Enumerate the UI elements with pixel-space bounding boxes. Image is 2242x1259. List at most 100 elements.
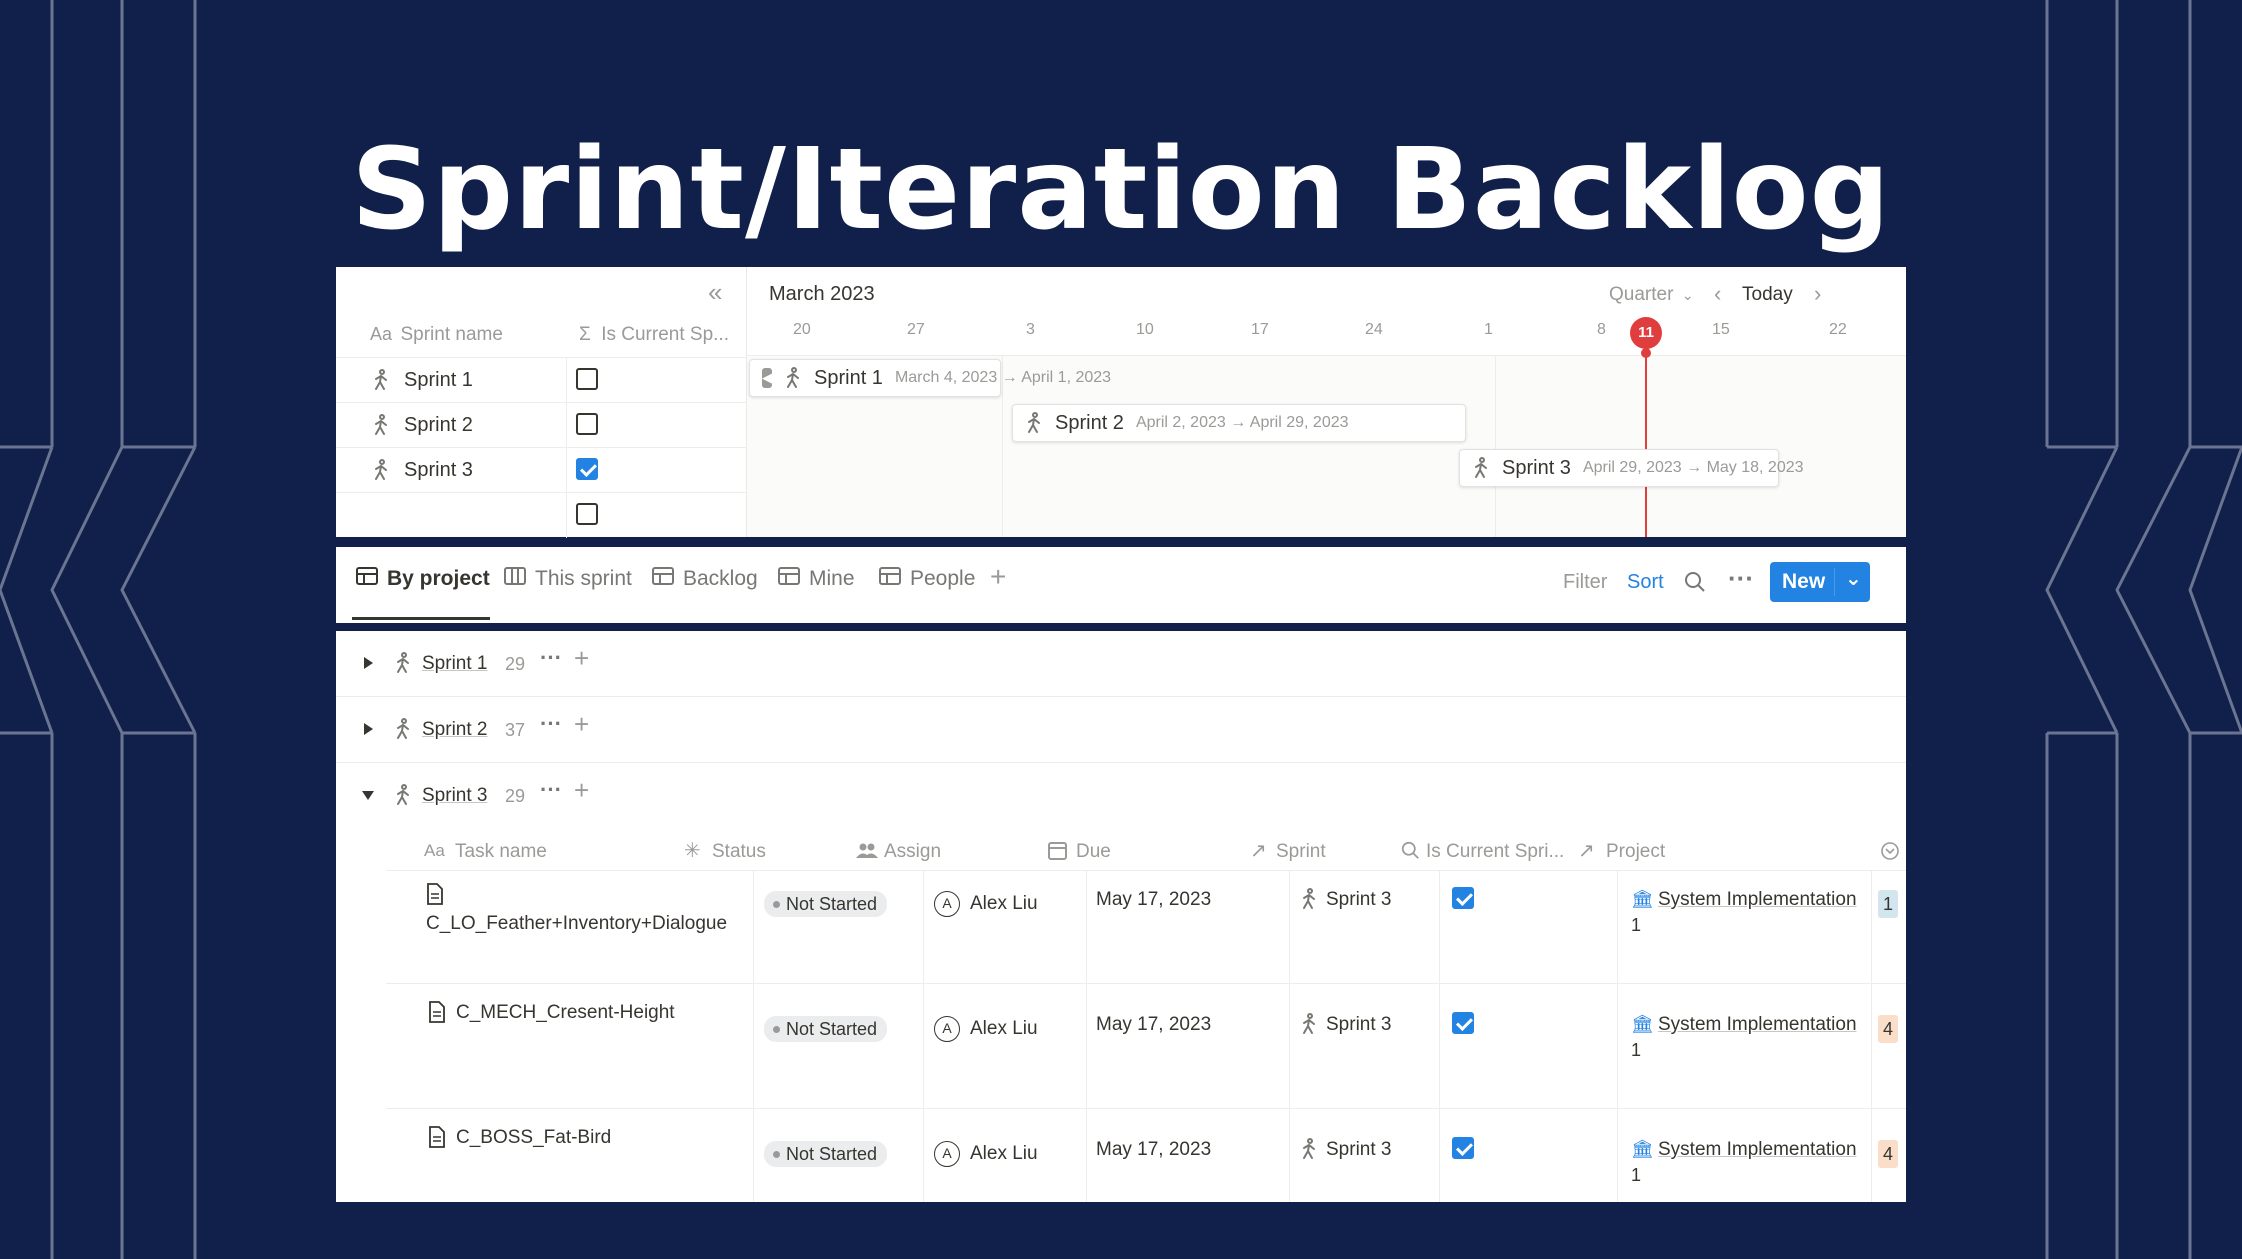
extra-tag: 4	[1878, 1015, 1898, 1043]
timeline-row-sprint-3[interactable]: Sprint 3	[336, 447, 747, 493]
search-icon[interactable]	[1684, 571, 1706, 598]
add-task-plus-icon[interactable]: +	[574, 775, 589, 806]
table-row[interactable]: C_BOSS_Fat-Bird Not Started A Alex Liu M…	[386, 1121, 1906, 1202]
chevron-right-icon[interactable]: ›	[1814, 281, 1821, 307]
bar-date-range: March 4, 2023 → April 1, 2023	[894, 369, 1112, 386]
avatar: A	[934, 1141, 960, 1167]
active-tab-underline	[352, 617, 490, 620]
date-tick: 27	[907, 321, 925, 338]
status-badge[interactable]: Not Started	[764, 891, 888, 917]
project-count: 1	[1631, 1165, 1642, 1185]
project-link[interactable]: System Implementation	[1658, 1014, 1857, 1036]
toggle-expanded-icon[interactable]	[362, 791, 374, 800]
is-current-checkbox-checked[interactable]	[1452, 1137, 1474, 1159]
add-task-plus-icon[interactable]: +	[574, 643, 589, 674]
timeline-row-empty[interactable]	[336, 492, 747, 538]
today-line	[1645, 349, 1647, 537]
table-icon	[879, 567, 901, 591]
view-tabs-bar: By project This sprint Backlog Mine Peop…	[336, 547, 1906, 623]
filter-button[interactable]: Filter	[1563, 571, 1607, 594]
sort-button[interactable]: Sort	[1627, 571, 1664, 594]
extra-tag: 1	[1878, 890, 1898, 918]
is-current-checkbox[interactable]	[576, 413, 598, 435]
double-chevron-left-icon[interactable]: «	[708, 277, 722, 308]
date-tick: 24	[1365, 321, 1383, 338]
more-options-icon[interactable]: ···	[540, 711, 562, 737]
formula-icon: Σ	[579, 324, 591, 345]
new-button-label: New	[1782, 570, 1826, 593]
tab-people[interactable]: People	[879, 567, 975, 591]
add-task-plus-icon[interactable]: +	[574, 709, 589, 740]
table-row[interactable]: C_MECH_Cresent-Height Not Started A Alex…	[386, 996, 1906, 1108]
chevron-circle-icon[interactable]	[1880, 841, 1900, 866]
tab-mine[interactable]: Mine	[778, 567, 855, 591]
building-icon: 🏛	[1631, 1014, 1654, 1034]
group-sprint-2[interactable]: Sprint 2 37 ··· +	[336, 697, 1906, 763]
status-badge[interactable]: Not Started	[764, 1141, 888, 1167]
tab-this-sprint[interactable]: This sprint	[504, 567, 632, 591]
is-current-checkbox[interactable]	[576, 503, 598, 525]
assignee-name: Alex Liu	[970, 1018, 1038, 1039]
back-arrow-icon[interactable]: ◀	[762, 368, 772, 388]
view-selector-label: Quarter	[1609, 284, 1674, 305]
timeline-row-sprint-2[interactable]: Sprint 2	[336, 402, 747, 448]
chevron-down-icon: ⌄	[1681, 287, 1694, 303]
avatar: A	[934, 891, 960, 917]
sprint-runner-icon	[1300, 1138, 1318, 1165]
tab-backlog[interactable]: Backlog	[652, 567, 758, 591]
header-assign[interactable]: Assign	[884, 841, 941, 863]
header-due[interactable]: Due	[1076, 841, 1111, 863]
due-date: May 17, 2023	[1096, 889, 1212, 910]
timeline-bar-sprint-1[interactable]: ◀ Sprint 1 March 4, 2023 → April 1, 2023	[749, 359, 1111, 397]
header-project[interactable]: Project	[1606, 841, 1665, 863]
group-sprint-1[interactable]: Sprint 1 29 ··· +	[336, 631, 1906, 697]
sprint-runner-icon	[394, 718, 412, 745]
tab-by-project[interactable]: By project	[356, 567, 490, 591]
today-button[interactable]: Today	[1742, 284, 1793, 306]
group-name: Sprint 3	[422, 785, 488, 806]
header-is-current[interactable]: Is Current Spri...	[1426, 841, 1564, 863]
bar-sprint-name: Sprint 3	[1502, 456, 1571, 479]
project-link[interactable]: System Implementation	[1658, 889, 1857, 911]
sprint-link[interactable]: Sprint 3	[1326, 889, 1391, 911]
timeline-row-sprint-1[interactable]: Sprint 1	[336, 357, 747, 403]
timeline-bar-sprint-3[interactable]: Sprint 3 April 29, 2023 → May 18, 2023	[1459, 449, 1804, 487]
sprint-link[interactable]: Sprint 3	[1326, 1139, 1391, 1161]
status-badge[interactable]: Not Started	[764, 1016, 888, 1042]
add-view-plus-icon[interactable]: +	[990, 561, 1006, 593]
sprint-name: Sprint 2	[404, 414, 473, 436]
project-link[interactable]: System Implementation	[1658, 1139, 1857, 1161]
is-current-checkbox-checked[interactable]	[1452, 1012, 1474, 1034]
toggle-collapsed-icon[interactable]	[364, 723, 373, 735]
search-icon	[1401, 841, 1420, 865]
more-options-icon[interactable]: ···	[540, 645, 562, 671]
is-current-checkbox[interactable]	[576, 368, 598, 390]
is-current-checkbox-checked[interactable]	[1452, 887, 1474, 909]
bar-sprint-name: Sprint 1	[814, 366, 883, 389]
project-count: 1	[1631, 1040, 1642, 1060]
header-task-name[interactable]: Task name	[455, 841, 547, 863]
header-status[interactable]: Status	[712, 841, 766, 863]
sprint-name: Sprint 3	[404, 459, 473, 481]
extra-tag: 4	[1878, 1140, 1898, 1168]
new-button[interactable]: New ⌄	[1770, 562, 1870, 602]
view-selector[interactable]: Quarter ⌄	[1609, 284, 1694, 306]
task-name: C_LO_Feather+Inventory+Dialogue	[426, 913, 728, 934]
column-header-is-current[interactable]: Σ Is Current Sp...	[579, 324, 729, 346]
due-date: May 17, 2023	[1096, 1014, 1212, 1035]
header-sprint[interactable]: Sprint	[1276, 841, 1326, 863]
sprint-link[interactable]: Sprint 3	[1326, 1014, 1391, 1036]
sprint-runner-icon	[372, 459, 390, 486]
bar-sprint-name: Sprint 2	[1055, 411, 1124, 434]
more-options-icon[interactable]: ···	[540, 777, 562, 803]
more-options-icon[interactable]: ···	[1728, 563, 1754, 594]
table-row[interactable]: C_LO_Feather+Inventory+Dialogue Not Star…	[386, 871, 1906, 983]
timeline-bar-sprint-2[interactable]: Sprint 2 April 2, 2023 → April 29, 2023	[1012, 404, 1466, 442]
timeline-chart: March 2023 Quarter ⌄ ‹ Today › 20 27 3 1…	[747, 267, 1906, 537]
chevron-down-icon[interactable]: ⌄	[1845, 566, 1862, 591]
is-current-checkbox-checked[interactable]	[576, 458, 598, 480]
column-header-sprint-name[interactable]: Aa Sprint name	[370, 324, 503, 346]
toggle-collapsed-icon[interactable]	[364, 657, 373, 669]
chevron-left-icon[interactable]: ‹	[1714, 281, 1721, 307]
group-sprint-3[interactable]: Sprint 3 29 ··· +	[336, 763, 1906, 829]
